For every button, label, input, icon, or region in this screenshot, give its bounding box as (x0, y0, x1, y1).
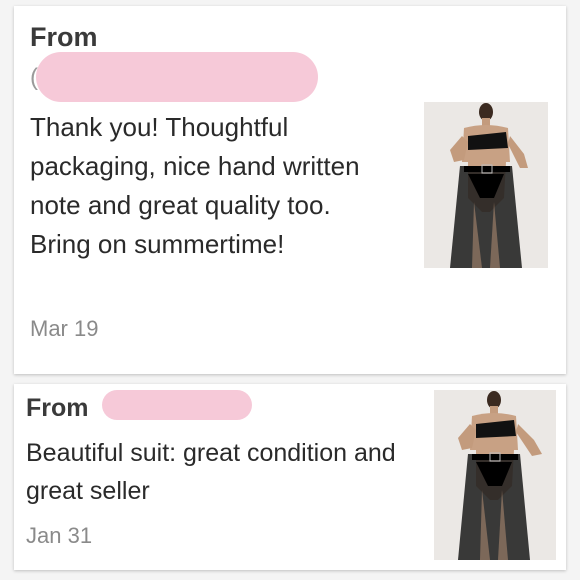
review-card: From ( Thank you! Thoughtful packaging, … (14, 6, 566, 374)
swimsuit-photo-icon (424, 102, 548, 268)
review-date: Jan 31 (26, 523, 93, 548)
product-photo[interactable] (434, 390, 556, 560)
redacted-name (36, 52, 318, 102)
redacted-name (102, 390, 252, 420)
product-photo[interactable] (424, 102, 548, 268)
review-date: Mar 19 (30, 316, 99, 341)
review-message: Beautiful suit: great condition and grea… (26, 439, 396, 505)
review-message: Thank you! Thoughtful packaging, nice ha… (30, 112, 360, 259)
review-card: From Beautiful suit: great condition and… (14, 384, 566, 570)
from-label: From (30, 22, 98, 52)
swimsuit-photo-icon (434, 390, 556, 560)
from-label: From (26, 394, 89, 422)
